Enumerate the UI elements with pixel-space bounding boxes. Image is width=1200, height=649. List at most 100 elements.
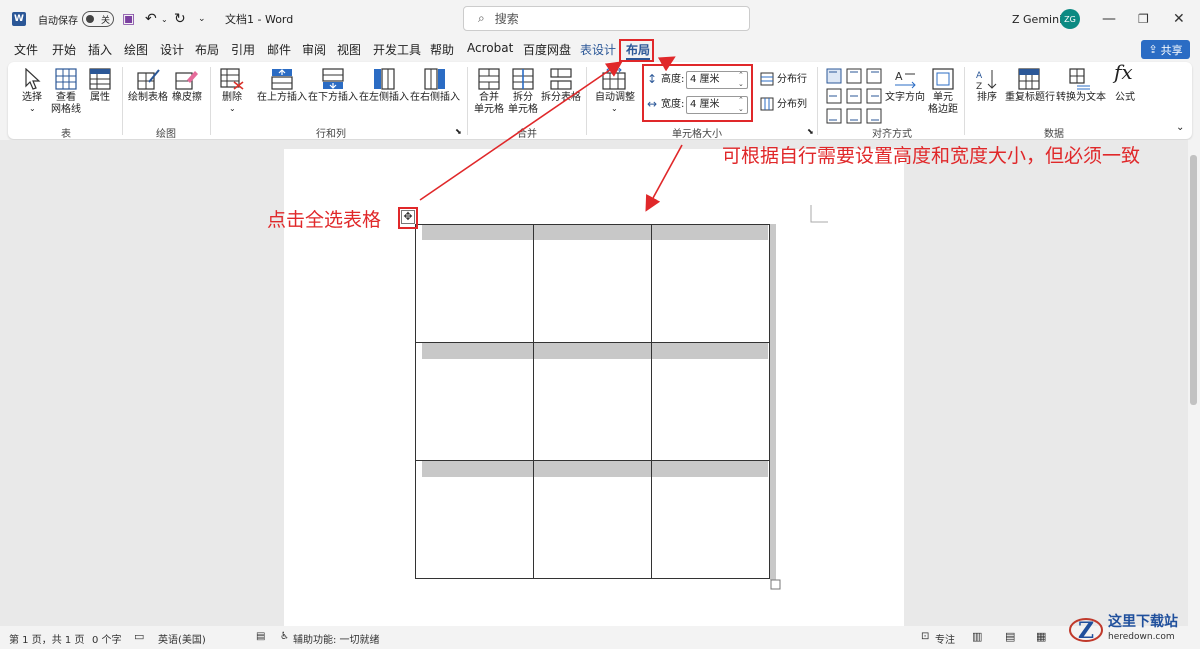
avatar[interactable]: ZG — [1060, 0, 1080, 38]
select-dropdown-icon[interactable]: ⌄ — [29, 103, 36, 115]
tab-insert[interactable]: 插入 — [88, 41, 112, 58]
convert-to-text-button[interactable]: 转换为文本 — [1056, 92, 1106, 104]
eraser-icon — [175, 71, 198, 90]
macro-icon[interactable]: ▤ — [256, 631, 265, 642]
insert-above-button[interactable]: 在上方插入 — [257, 92, 307, 104]
tab-view[interactable]: 视图 — [337, 41, 361, 58]
merge-cells-button[interactable]: 合并 单元格 — [473, 92, 505, 116]
page-margin-mark — [810, 205, 828, 223]
cell-alignment-icons[interactable] — [826, 68, 882, 124]
svg-text:Z: Z — [1078, 618, 1094, 644]
insert-left-button[interactable]: 在左侧插入 — [359, 92, 409, 104]
focus-icon: ⊡ — [921, 631, 930, 642]
close-icon[interactable]: ✕ — [1173, 0, 1185, 38]
autofit-icon — [602, 68, 626, 90]
word-app-icon: W — [12, 0, 26, 38]
tab-draw[interactable]: 绘图 — [124, 41, 148, 58]
formula-icon: fx — [1114, 60, 1133, 84]
delete-dropdown-icon[interactable]: ⌄ — [229, 103, 236, 115]
read-mode-icon[interactable]: ▥ — [972, 630, 982, 643]
cell-margins-button[interactable]: 单元 格边距 — [926, 92, 960, 116]
insert-above-icon — [271, 69, 293, 90]
distribute-rows-icon — [760, 72, 774, 86]
user-name[interactable]: Z Gemini — [1012, 0, 1062, 38]
eraser-button[interactable]: 橡皮擦 — [169, 92, 205, 104]
search-box[interactable]: ⌕ 搜索 — [463, 6, 750, 31]
split-cells-button[interactable]: 拆分 单元格 — [507, 92, 539, 116]
tab-table-design[interactable]: 表设计 — [580, 41, 616, 58]
language-indicator[interactable]: 英语(美国) — [158, 631, 206, 646]
formula-button[interactable]: 公式 — [1111, 92, 1139, 104]
highlight-move-handle — [398, 207, 418, 229]
split-table-button[interactable]: 拆分表格 — [540, 92, 582, 104]
draw-table-icon — [137, 69, 160, 90]
properties-button[interactable]: 属性 — [86, 92, 114, 104]
search-icon: ⌕ — [478, 11, 485, 25]
tab-file[interactable]: 文件 — [14, 41, 38, 58]
ribbon-separator — [586, 67, 587, 135]
customize-qat-icon[interactable]: ⌄ — [198, 0, 206, 38]
collapse-ribbon-icon[interactable]: ⌄ — [1176, 122, 1184, 134]
group-label-merge: 合并 — [517, 129, 537, 140]
highlight-layout-tab — [619, 39, 654, 62]
web-layout-icon[interactable]: ▦ — [1036, 630, 1046, 643]
minimize-icon[interactable]: — — [1102, 0, 1116, 38]
sort-icon: AZ — [976, 70, 997, 90]
ribbon-separator — [817, 67, 818, 135]
page-count[interactable]: 第 1 页，共 1 页 — [9, 631, 84, 646]
draw-table-button[interactable]: 绘制表格 — [127, 92, 169, 104]
tab-help[interactable]: 帮助 — [430, 41, 454, 58]
split-table-icon — [550, 68, 572, 90]
autosave-toggle[interactable]: 关 — [82, 0, 114, 38]
tab-home[interactable]: 开始 — [52, 41, 76, 58]
tab-developer[interactable]: 开发工具 — [373, 41, 421, 58]
share-icon: ⇪ — [1148, 43, 1158, 56]
insert-right-button[interactable]: 在右侧插入 — [410, 92, 460, 104]
word-count[interactable]: 0 个字 — [92, 631, 122, 646]
print-layout-icon[interactable]: ▤ — [1005, 630, 1015, 643]
autofit-dropdown-icon[interactable]: ⌄ — [611, 103, 618, 115]
group-label-data: 数据 — [1044, 129, 1064, 140]
repeat-header-button[interactable]: 重复标题行 — [1004, 92, 1056, 104]
redo-icon[interactable]: ↻ — [174, 0, 186, 38]
undo-icon[interactable]: ↶ — [145, 0, 157, 38]
tab-mailings[interactable]: 邮件 — [267, 41, 291, 58]
distribute-cols-icon — [760, 97, 774, 111]
cell-size-launcher-icon[interactable]: ⬊ — [807, 126, 814, 138]
merge-cells-icon — [478, 68, 500, 90]
view-gridlines-button[interactable]: 查看 网格线 — [49, 92, 83, 116]
status-bar: 第 1 页，共 1 页 0 个字 ▭ 英语(美国) ▤ ♿ 辅助功能: 一切就绪… — [0, 626, 1200, 649]
tab-references[interactable]: 引用 — [231, 41, 255, 58]
distribute-rows-button[interactable]: 分布行 — [777, 74, 807, 86]
group-label-alignment: 对齐方式 — [872, 129, 912, 140]
highlight-cell-size — [642, 64, 753, 122]
distribute-cols-button[interactable]: 分布列 — [777, 99, 807, 111]
group-label-draw: 绘图 — [156, 129, 176, 140]
sort-button[interactable]: 排序 — [973, 92, 1001, 104]
tab-acrobat[interactable]: Acrobat — [467, 41, 513, 55]
properties-icon — [89, 68, 111, 90]
text-direction-icon: A — [895, 70, 916, 89]
ribbon-tabs: 文件 开始 插入 绘图 设计 布局 引用 邮件 审阅 视图 开发工具 帮助 Ac… — [0, 38, 1200, 62]
share-button[interactable]: ⇪ 共享 — [1141, 40, 1190, 59]
restore-icon[interactable]: ❐ — [1138, 0, 1149, 38]
ribbon-separator — [467, 67, 468, 135]
proofing-icon[interactable]: ▭ — [134, 630, 144, 643]
tab-baidu-netdisk[interactable]: 百度网盘 — [523, 41, 571, 58]
insert-below-button[interactable]: 在下方插入 — [308, 92, 358, 104]
ribbon-separator — [964, 67, 965, 135]
tab-review[interactable]: 审阅 — [302, 41, 326, 58]
text-direction-button[interactable]: 文字方向 — [883, 92, 927, 104]
save-icon[interactable]: ▣ — [122, 0, 135, 38]
tab-layout[interactable]: 布局 — [195, 41, 219, 58]
scrollbar-thumb[interactable] — [1190, 155, 1197, 405]
ribbon-separator — [210, 67, 211, 135]
undo-dropdown-icon[interactable]: ⌄ — [161, 0, 168, 38]
select-cursor-icon — [25, 68, 41, 90]
rows-cols-launcher-icon[interactable]: ⬊ — [455, 126, 462, 138]
document-table[interactable] — [414, 223, 786, 591]
tab-design[interactable]: 设计 — [160, 41, 184, 58]
accessibility-status[interactable]: 辅助功能: 一切就绪 — [293, 631, 380, 646]
focus-button[interactable]: 专注 — [935, 631, 955, 646]
cell-margins-icon — [932, 68, 954, 90]
